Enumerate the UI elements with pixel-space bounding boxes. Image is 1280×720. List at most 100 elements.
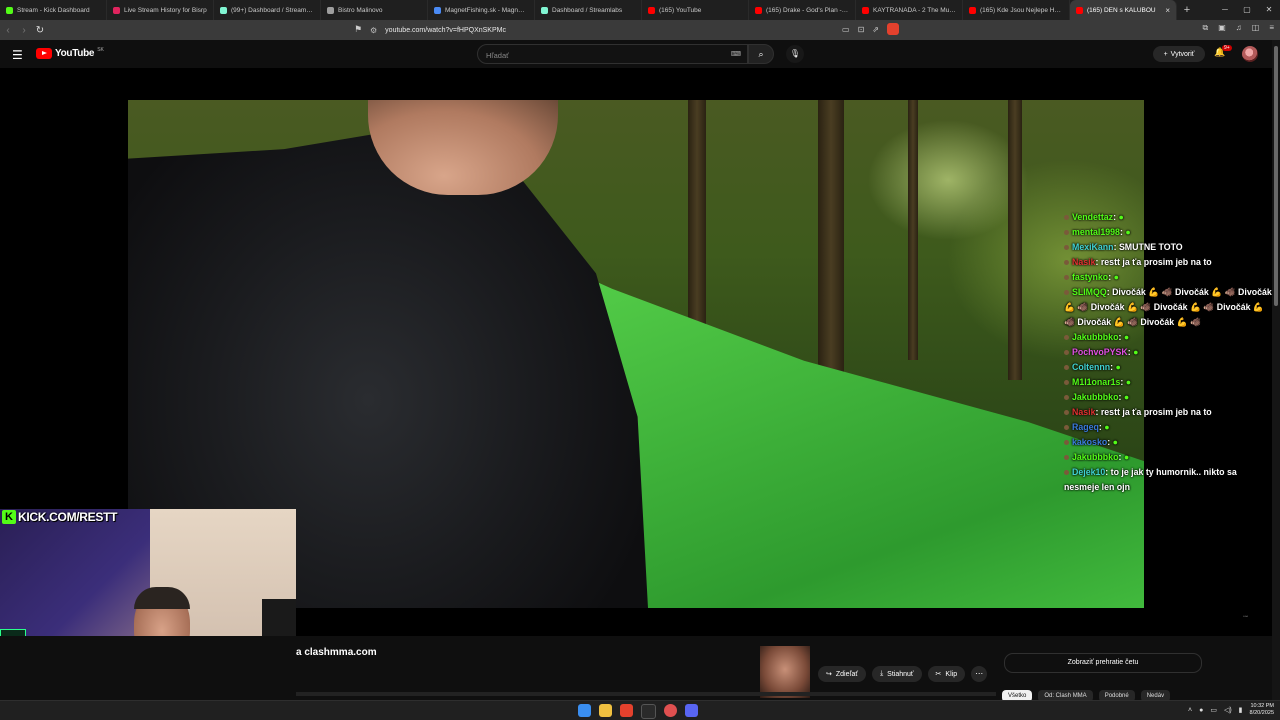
maximize-icon[interactable]: ▢ — [1236, 0, 1258, 20]
new-tab-button[interactable]: + — [1177, 4, 1197, 16]
file-explorer-icon[interactable] — [599, 704, 612, 717]
chat-message: Jakubbbko: ● — [1064, 450, 1274, 465]
search-box: ⌨ — [477, 44, 748, 64]
chat-username: mental1998 — [1072, 227, 1120, 237]
browser-tab[interactable]: Live Stream History for Bisrp — [107, 0, 214, 20]
wallet-icon[interactable]: ▣ — [1218, 23, 1226, 33]
site-info-icon[interactable]: ⚙ — [370, 26, 377, 35]
clock[interactable]: 10:32 PM 8/20/2025 — [1250, 703, 1274, 717]
create-label: Vytvoriť — [1170, 50, 1195, 58]
channel-thumbnail[interactable] — [760, 646, 810, 698]
chat-text: SMUTNE TOTO — [1118, 242, 1183, 252]
tree-trunk — [1008, 100, 1022, 380]
menu-icon[interactable]: ≡ — [1269, 23, 1274, 33]
windows-taskbar: ˄ ● ▭ ◁) ▮ 10:32 PM 8/20/2025 — [0, 700, 1280, 720]
tab-favicon-icon — [327, 6, 334, 14]
chat-emote-icon: ● — [1123, 392, 1130, 402]
page-scrollbar[interactable] — [1272, 40, 1280, 700]
download-button[interactable]: ⤓ Stiahnuť — [872, 666, 922, 682]
browser-tab[interactable]: (165) Drake - God's Plan - You... — [749, 0, 856, 20]
screen-icon[interactable]: ▭ — [842, 25, 850, 34]
bookmark-icon[interactable]: ⚑ — [354, 24, 362, 35]
window-controls: ─ ▢ ✕ — [1214, 0, 1280, 20]
keyboard-icon[interactable]: ⌨ — [731, 50, 741, 58]
description-strip — [296, 692, 996, 696]
avatar[interactable] — [1242, 46, 1258, 62]
media-icon[interactable]: ♫ — [1236, 23, 1242, 33]
app-icon[interactable] — [664, 704, 677, 717]
tab-title: Bistro Malinovo — [338, 6, 383, 14]
chat-username: Rageq — [1072, 422, 1099, 432]
forward-icon[interactable]: › — [16, 25, 32, 36]
browser-tab[interactable]: (165) Kde Jsou Nejlepe Hodne... — [963, 0, 1070, 20]
tab-favicon-icon — [755, 6, 762, 14]
browser-tab[interactable]: MagnetFishing.sk - Magnety a... — [428, 0, 535, 20]
chat-badge-icon — [1064, 470, 1069, 476]
chat-badge-icon — [1064, 245, 1069, 251]
scrollbar-thumb[interactable] — [1274, 46, 1278, 306]
tab-title: (165) YouTube — [659, 6, 702, 14]
chat-message: mental1998: ● — [1064, 225, 1274, 240]
chat-username: M1l1onar1s — [1072, 377, 1121, 387]
video-actions: ↪ Zdieľať ⤓ Stiahnuť ✂ Klip ⋯ — [818, 666, 988, 682]
video-info-area: a clashmma.com ↪ Zdieľať ⤓ Stiahnuť ✂ Klip ⋯ Z… — [0, 636, 1272, 702]
search-input[interactable] — [484, 48, 728, 62]
terminal-icon[interactable] — [641, 704, 656, 719]
install-icon[interactable]: ⊡ — [858, 25, 865, 34]
minimize-icon[interactable]: ─ — [1214, 0, 1236, 20]
chat-username: Vendettaz — [1072, 212, 1114, 222]
download-icon: ⤓ — [880, 670, 884, 677]
browser-tab-strip: Stream - Kick Dashboard Live Stream Histo… — [0, 0, 1280, 20]
brave-icon[interactable] — [620, 704, 633, 717]
share-page-icon[interactable]: ⇗ — [872, 25, 879, 34]
share-button[interactable]: ↪ Zdieľať — [818, 666, 867, 682]
tab-title: (99+) Dashboard / Streamlabs — [231, 6, 314, 14]
hamburger-menu-icon[interactable]: ☰ — [12, 48, 23, 62]
extensions-icon[interactable]: ⧉ — [1202, 23, 1208, 33]
url-text: youtube.com/watch?v=fHPQXnSKPMc — [385, 26, 506, 34]
close-window-icon[interactable]: ✕ — [1258, 0, 1280, 20]
browser-tab[interactable]: Stream - Kick Dashboard — [0, 0, 107, 20]
more-actions-icon[interactable]: ⋯ — [971, 666, 988, 682]
sidebar-icon[interactable]: ◫ — [1252, 23, 1260, 33]
search-button[interactable]: ⌕ — [748, 44, 774, 64]
stream-chat-overlay: Vendettaz: ● mental1998: ● MexiKann: SMUTN… — [1064, 210, 1274, 495]
volume-icon[interactable]: ◁) — [1224, 706, 1232, 714]
battery-icon[interactable]: ▮ — [1239, 706, 1243, 714]
browser-tab[interactable]: (99+) Dashboard / Streamlabs — [214, 0, 321, 20]
show-chat-replay-button[interactable]: Zobraziť prehratie četu — [1004, 653, 1202, 673]
url-field[interactable]: ⚙ youtube.com/watch?v=fHPQXnSKPMc — [370, 23, 890, 37]
mic-tray-icon[interactable]: ● — [1199, 707, 1203, 714]
voice-search-button[interactable]: 🎙 — [786, 45, 804, 63]
chat-message: Nasik: restt ja ťa prosim jeb na to — [1064, 405, 1274, 420]
tab-close-icon[interactable]: × — [1165, 6, 1170, 15]
chevron-up-icon[interactable]: ˄ — [1188, 707, 1192, 714]
chat-message: Jakubbbko: ● — [1064, 330, 1274, 345]
browser-tab[interactable]: KAYTRANADA - 2 The Music ... — [856, 0, 963, 20]
scissors-button[interactable]: ✂ Klip — [927, 666, 966, 682]
tab-favicon-icon — [434, 6, 441, 14]
tab-title: (165) DEN s KALUBOU — [1087, 6, 1156, 14]
tab-favicon-icon — [541, 6, 548, 14]
browser-tab[interactable]: Bistro Malinovo — [321, 0, 428, 20]
reload-icon[interactable]: ↻ — [32, 25, 48, 36]
tab-favicon-icon — [113, 6, 120, 14]
tab-favicon-icon — [648, 6, 655, 14]
discord-icon[interactable] — [685, 704, 698, 717]
chat-badge-icon — [1064, 380, 1069, 386]
start-icon[interactable] — [578, 704, 591, 717]
chat-text: restt ja ťa prosim jeb na to — [1100, 257, 1212, 267]
browser-tab[interactable]: Dashboard / Streamlabs — [535, 0, 642, 20]
chat-username: PochvoPYSK — [1072, 347, 1128, 357]
video-title: a clashmma.com — [296, 647, 377, 658]
create-button[interactable]: + Vytvoriť — [1153, 46, 1205, 62]
tab-favicon-icon — [6, 6, 13, 14]
youtube-logo[interactable]: YouTube SK — [36, 47, 104, 59]
browser-tab[interactable]: (165) DEN s KALUBOU × — [1070, 0, 1177, 20]
brave-shields-icon[interactable] — [886, 23, 899, 35]
back-icon[interactable]: ‹ — [0, 25, 16, 36]
network-icon[interactable]: ▭ — [1210, 706, 1217, 714]
browser-tab[interactable]: (165) YouTube — [642, 0, 749, 20]
chat-badge-icon — [1064, 290, 1069, 296]
action-label: Klip — [945, 670, 958, 678]
